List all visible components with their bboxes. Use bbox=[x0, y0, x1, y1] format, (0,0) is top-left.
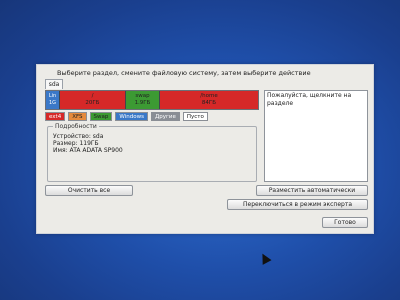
partitioning-dialog: Выберите раздел, смените файловую систем… bbox=[36, 64, 374, 234]
legend-item-xfs: XFS bbox=[68, 112, 87, 121]
partition-label: /home bbox=[200, 93, 218, 99]
details-device: Устройство: sda bbox=[53, 133, 104, 140]
partition-bar: Lin 1G / 20ГБ swap 1.9ГБ /home 84ГБ bbox=[45, 90, 259, 110]
mouse-pointer-icon bbox=[258, 251, 272, 265]
details-group: Подробности Устройство: sda Размер: 119Г… bbox=[47, 123, 257, 182]
partition-info-panel: Пожалуйста, щелкните на разделе bbox=[264, 90, 368, 182]
clear-all-button[interactable]: Очистить все bbox=[45, 185, 133, 196]
details-body: Устройство: sda Размер: 119ГБ Имя: ATA A… bbox=[53, 133, 123, 154]
expert-mode-button[interactable]: Переключиться в режим эксперта bbox=[227, 199, 368, 210]
partition-segment[interactable]: swap 1.9ГБ bbox=[126, 91, 160, 109]
details-name: Имя: ATA ADATA SP900 bbox=[53, 147, 123, 154]
partition-label: Lin bbox=[48, 93, 57, 99]
disk-tab-sda[interactable]: sda bbox=[45, 79, 63, 89]
partition-segment[interactable]: /home 84ГБ bbox=[160, 91, 258, 109]
legend-item-empty: Пусто bbox=[182, 112, 208, 121]
legend-item-ext4: ext4 bbox=[45, 112, 66, 121]
partition-segment[interactable]: Lin 1G bbox=[46, 91, 60, 109]
partition-size: 1.9ГБ bbox=[134, 100, 151, 106]
info-hint-text: Пожалуйста, щелкните на разделе bbox=[267, 92, 352, 107]
details-title: Подробности bbox=[53, 123, 99, 130]
partition-size: 84ГБ bbox=[201, 100, 217, 106]
done-button[interactable]: Готово bbox=[322, 217, 368, 228]
filesystem-legend: ext4 XFS Swap Windows Другие Пусто bbox=[45, 112, 208, 121]
legend-item-other: Другие bbox=[150, 112, 180, 121]
auto-allocate-button[interactable]: Разместить автоматически bbox=[256, 185, 368, 196]
legend-item-swap: Swap bbox=[89, 112, 113, 121]
instruction-text: Выберите раздел, смените файловую систем… bbox=[57, 69, 311, 77]
legend-item-windows: Windows bbox=[115, 112, 148, 121]
details-size: Размер: 119ГБ bbox=[53, 140, 99, 147]
partition-label: swap bbox=[135, 93, 150, 99]
partition-size: 20ГБ bbox=[85, 100, 100, 106]
partition-segment[interactable]: / 20ГБ bbox=[60, 91, 126, 109]
partition-label: / bbox=[91, 93, 94, 99]
partition-size: 1G bbox=[48, 100, 57, 106]
